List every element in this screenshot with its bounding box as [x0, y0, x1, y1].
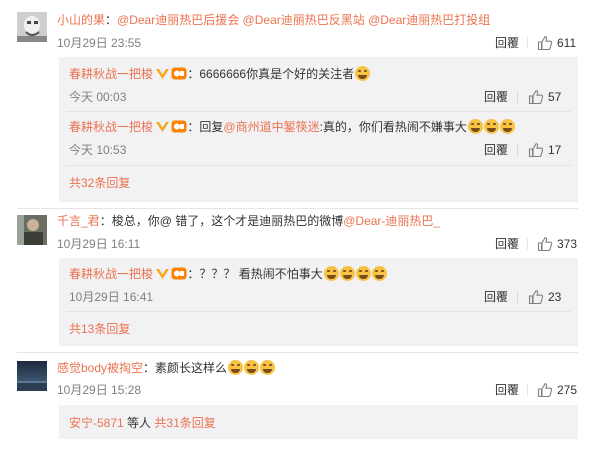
comment-time: 10月29日 16:11 — [57, 237, 141, 251]
like-count: 17 — [548, 143, 562, 157]
member-badge-icon — [171, 67, 187, 80]
comment-line: 小山的果：@Dear迪丽热巴后援会 @Dear迪丽热巴反黑站 @Dear迪丽热巴… — [57, 13, 491, 27]
like-count: 373 — [557, 237, 578, 251]
divider — [66, 311, 571, 312]
reply-author[interactable]: 春耕秋战一把梭 — [69, 67, 153, 81]
thumbs-up-icon — [528, 143, 544, 158]
more-replies-link[interactable]: 共32条回复 — [69, 174, 130, 192]
like-count: 23 — [548, 290, 562, 304]
laugh-cry-emoji-icon — [355, 266, 371, 281]
verified-icon — [156, 122, 170, 132]
like-button[interactable]: 57 — [528, 89, 561, 105]
laugh-cry-emoji-icon — [244, 360, 260, 375]
like-count: 57 — [548, 90, 562, 104]
member-badge-icon — [171, 267, 187, 280]
avatar[interactable] — [17, 215, 47, 245]
comment-time: 10月29日 15:28 — [57, 383, 142, 397]
reply-mention[interactable]: @商州道中錾筷迷 — [223, 120, 319, 134]
thumbs-up-icon — [528, 290, 544, 305]
comment-separator — [17, 208, 578, 209]
reply-line: 春耕秋战一把梭 ：？？？ 看热闹不怕事大 — [69, 265, 387, 283]
reply-text: 真的，你们看热闹不嫌事大 — [322, 120, 467, 134]
like-button[interactable]: 611 — [537, 35, 576, 51]
like-button[interactable]: 373 — [537, 236, 577, 252]
divider — [66, 165, 571, 166]
verified-icon — [156, 269, 170, 279]
reply-author[interactable]: 春耕秋战一把梭 — [69, 267, 153, 281]
divider — [527, 37, 528, 49]
member-badge-icon — [171, 120, 187, 133]
divider — [527, 384, 528, 396]
comment-author[interactable]: 千言_君 — [57, 214, 100, 228]
like-button[interactable]: 275 — [537, 382, 577, 398]
more-replies-link[interactable]: 共31条回复 — [154, 416, 215, 430]
reply-button[interactable]: 回覆 — [484, 141, 508, 159]
like-button[interactable]: 23 — [528, 289, 561, 305]
comment-line: 千言_君：梭总，你@ 错了，这个才是迪丽热巴的微博@Dear-迪丽热巴_ — [57, 214, 441, 228]
avatar[interactable] — [17, 12, 47, 42]
comment-author[interactable]: 小山的果 — [57, 13, 105, 27]
divider — [66, 111, 571, 112]
comment-text: 素颜长这样么 — [155, 361, 228, 375]
like-count: 275 — [557, 383, 578, 397]
reply-time: 10月29日 16:41 — [69, 290, 154, 304]
laugh-cry-emoji-icon — [467, 119, 483, 134]
reply-button[interactable]: 回覆 — [484, 88, 508, 106]
thumbs-up-icon — [537, 383, 553, 398]
reply-line: 春耕秋战一把梭 ：回复@商州道中錾筷迷:真的，你们看热闹不嫌事大 — [69, 118, 515, 136]
thumbs-up-icon — [537, 36, 553, 51]
comment-line: 感觉body被掏空：素颜长这样么 — [57, 359, 276, 377]
like-count: 611 — [557, 36, 577, 50]
comment-author[interactable]: 感觉body被掏空 — [57, 361, 143, 375]
reply-time: 今天 00:03 — [69, 90, 127, 104]
comment-separator — [17, 352, 578, 353]
thumbs-up-icon — [537, 237, 553, 252]
laugh-cry-emoji-icon — [371, 266, 387, 281]
avatar[interactable] — [17, 361, 47, 391]
comment-time: 10月29日 23:55 — [57, 36, 142, 50]
like-button[interactable]: 17 — [528, 142, 561, 158]
divider — [517, 91, 518, 103]
reply-button[interactable]: 回覆 — [495, 381, 519, 399]
laugh-cry-emoji-icon — [499, 119, 515, 134]
laugh-cry-emoji-icon — [355, 66, 371, 81]
reply-summary-text: 等人 — [127, 416, 152, 430]
reply-button[interactable]: 回覆 — [484, 288, 508, 306]
comment-text: 梭总，你@ 错了，这个才是迪丽热巴的微博 — [111, 214, 344, 228]
verified-icon — [156, 69, 170, 79]
laugh-cry-emoji-icon — [228, 360, 244, 375]
comment-mention[interactable]: @Dear-迪丽热巴_ — [343, 214, 440, 228]
reply-author[interactable]: 春耕秋战一把梭 — [69, 120, 153, 134]
divider — [527, 238, 528, 250]
thumbs-up-icon — [528, 90, 544, 105]
reply-line: 春耕秋战一把梭 ：6666666你真是个好的关注者 — [69, 65, 371, 83]
reply-button[interactable]: 回覆 — [495, 34, 519, 52]
laugh-cry-emoji-icon — [339, 266, 355, 281]
reply-text: ？？？ 看热闹不怕事大 — [199, 267, 323, 281]
more-replies-link[interactable]: 共13条回复 — [69, 320, 130, 338]
reply-time: 今天 10:53 — [69, 143, 127, 157]
reply-button[interactable]: 回覆 — [495, 235, 519, 253]
divider — [517, 291, 518, 303]
reply-prefix: 回复 — [199, 120, 224, 134]
laugh-cry-emoji-icon — [483, 119, 499, 134]
reply-summary: 安宁-5871 等人 共31条回复 — [69, 414, 216, 432]
laugh-cry-emoji-icon — [323, 266, 339, 281]
divider — [517, 144, 518, 156]
reply-summary-user[interactable]: 安宁-5871 — [69, 416, 124, 430]
reply-text: 6666666你真是个好的关注者 — [199, 67, 355, 81]
laugh-cry-emoji-icon — [260, 360, 276, 375]
comment-text[interactable]: @Dear迪丽热巴后援会 @Dear迪丽热巴反黑站 @Dear迪丽热巴打投组 — [117, 13, 490, 27]
